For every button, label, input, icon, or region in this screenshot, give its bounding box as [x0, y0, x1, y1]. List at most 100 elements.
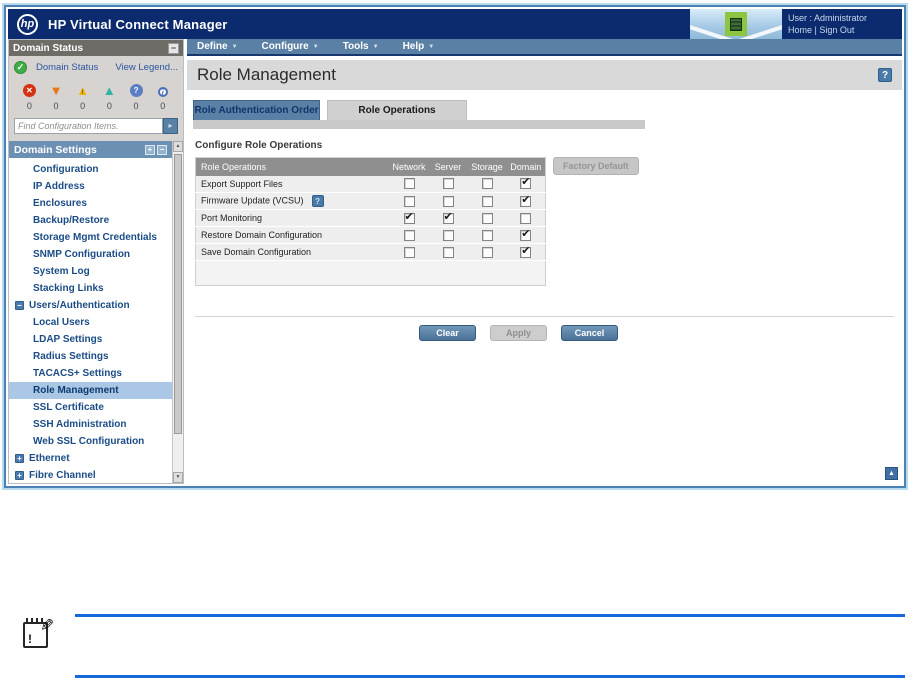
scrollbar-down-icon[interactable]: ▼	[173, 472, 183, 483]
major-count: 0	[53, 101, 59, 111]
checkbox-export-support-files-domain[interactable]: ✔	[520, 176, 532, 190]
scroll-top-icon[interactable]: ▲	[885, 467, 898, 480]
status-ok-icon: ✓	[14, 61, 27, 74]
minor-indicator: ▲! 0	[69, 83, 96, 111]
checkbox-save-domain-configuration-network[interactable]	[403, 246, 415, 258]
check-icon: ✔	[404, 210, 414, 223]
sidebar-item-snmp-configuration[interactable]: SNMP Configuration	[9, 246, 172, 263]
expand-icon[interactable]: +	[15, 454, 24, 463]
sidebar-item-ethernet[interactable]: + Ethernet	[9, 450, 172, 467]
domain-status-panel: ✓ Domain Status View Legend... ✕ 0 ▼ 0 ▲! 0 ▲ 0…	[9, 56, 183, 141]
menu-label: Configure	[261, 41, 309, 52]
note-exclamation: !	[28, 632, 32, 646]
checkbox-restore-domain-configuration-storage[interactable]	[481, 229, 493, 241]
menu-help[interactable]: Help ▼	[403, 41, 435, 52]
header-right: User : Administrator Home | Sign Out	[690, 9, 902, 39]
sidebar-item-ip-address[interactable]: IP Address	[9, 178, 172, 195]
sign-out-link[interactable]: Sign Out	[819, 25, 854, 35]
menu-tools[interactable]: Tools ▼	[343, 41, 379, 52]
tab-role-operations[interactable]: Role Operations	[327, 100, 467, 120]
checkbox-port-monitoring-storage[interactable]	[481, 212, 493, 224]
note-icon: ! ✎	[23, 616, 54, 648]
checkbox-port-monitoring-server[interactable]: ✔	[442, 210, 454, 224]
sidebar-item-users-authentication[interactable]: − Users/Authentication	[9, 297, 172, 314]
domain-settings-header: Domain Settings + −	[9, 141, 172, 158]
checkbox-export-support-files-network[interactable]	[403, 178, 415, 190]
sidebar-item-label: Fibre Channel	[29, 470, 96, 481]
view-legend-link[interactable]: View Legend...	[115, 62, 178, 73]
sidebar-item-local-users[interactable]: Local Users	[9, 314, 172, 331]
menu-define[interactable]: Define ▼	[197, 41, 238, 52]
checkbox-firmware-update-vcsu-storage[interactable]	[481, 195, 493, 207]
firmware-update-vcsu-help-icon[interactable]: ?	[311, 195, 324, 207]
apply-button[interactable]: Apply	[490, 325, 547, 341]
checkbox-firmware-update-vcsu-network[interactable]	[403, 195, 415, 207]
sidebar-scrollbar[interactable]: ▲ ▼	[172, 141, 183, 483]
normal-count: 0	[106, 101, 112, 111]
sidebar-item-label: Enclosures	[33, 198, 87, 209]
sidebar-item-fibre-channel[interactable]: + Fibre Channel	[9, 467, 172, 484]
sidebar-item-ldap-settings[interactable]: LDAP Settings	[9, 331, 172, 348]
minor-icon: ▲!	[76, 83, 90, 98]
role-operations-table-zone: Role Operations Network Server Storage Domai…	[195, 157, 902, 286]
checkbox-save-domain-configuration-server[interactable]	[442, 246, 454, 258]
check-icon: ✔	[521, 176, 531, 189]
factory-default-button[interactable]: Factory Default	[553, 157, 639, 175]
title-band: Role Management ?	[187, 60, 902, 90]
sidebar-item-radius-settings[interactable]: Radius Settings	[9, 348, 172, 365]
checkbox-restore-domain-configuration-server[interactable]	[442, 229, 454, 241]
expand-all-button[interactable]: +	[145, 144, 155, 155]
checkbox-port-monitoring-domain[interactable]	[520, 212, 532, 224]
sidebar-item-web-ssl-configuration[interactable]: Web SSL Configuration	[9, 433, 172, 450]
sidebar-item-stacking-links[interactable]: Stacking Links	[9, 280, 172, 297]
settings-tree: Configuration IP Address Enclosures Backup/…	[9, 158, 172, 484]
checkbox-firmware-update-vcsu-domain[interactable]: ✔	[520, 194, 532, 207]
expand-icon[interactable]: +	[15, 471, 24, 480]
home-link[interactable]: Home	[788, 25, 812, 35]
pencil-icon: ✎	[39, 616, 54, 635]
page-help-button[interactable]: ?	[878, 68, 892, 82]
checkbox-save-domain-configuration-domain[interactable]: ✔	[520, 245, 532, 258]
collapse-icon[interactable]: −	[15, 301, 24, 310]
check-icon: ✔	[443, 210, 453, 223]
scrollbar-up-icon[interactable]: ▲	[173, 141, 183, 152]
scrollbar-thumb[interactable]	[174, 154, 182, 434]
cancel-button[interactable]: Cancel	[561, 325, 618, 341]
find-config-input[interactable]	[14, 118, 163, 134]
hp-logo-text: hp	[20, 18, 35, 30]
checkbox-save-domain-configuration-storage[interactable]	[481, 246, 493, 258]
sidebar-item-ssh-administration[interactable]: SSH Administration	[9, 416, 172, 433]
enclosure-photo	[690, 9, 782, 39]
sidebar-item-storage-mgmt-credentials[interactable]: Storage Mgmt Credentials	[9, 229, 172, 246]
sidebar-item-label: System Log	[33, 266, 90, 277]
menu-configure[interactable]: Configure ▼	[262, 41, 319, 52]
domain-status-link[interactable]: Domain Status	[36, 62, 98, 73]
collapse-domain-status-button[interactable]: −	[168, 42, 179, 54]
sidebar-item-ssl-certificate[interactable]: SSL Certificate	[9, 399, 172, 416]
user-info: User : Administrator Home | Sign Out	[782, 9, 902, 39]
sidebar-item-backup-restore[interactable]: Backup/Restore	[9, 212, 172, 229]
clear-button[interactable]: Clear	[419, 325, 476, 341]
table-row: Save Domain Configuration ✔	[195, 243, 546, 261]
tab-role-authentication-order[interactable]: Role Authentication Order	[193, 100, 320, 120]
sidebar-item-configuration[interactable]: Configuration	[9, 161, 172, 178]
checkbox-firmware-update-vcsu-server[interactable]	[442, 195, 454, 207]
sidebar-item-role-management[interactable]: Role Management	[9, 382, 172, 399]
checkbox-port-monitoring-network[interactable]: ✔	[403, 210, 415, 224]
checkbox-restore-domain-configuration-network[interactable]	[403, 229, 415, 241]
minor-count: 0	[80, 101, 86, 111]
checkbox-export-support-files-server[interactable]	[442, 178, 454, 190]
sidebar-item-label: Web SSL Configuration	[33, 436, 145, 447]
checkbox-restore-domain-configuration-domain[interactable]: ✔	[520, 227, 532, 241]
domain-status-title: Domain Status	[13, 42, 84, 54]
collapse-all-button[interactable]: −	[157, 144, 167, 155]
check-icon: ✔	[521, 227, 531, 240]
sidebar-item-enclosures[interactable]: Enclosures	[9, 195, 172, 212]
sidebar-item-system-log[interactable]: System Log	[9, 263, 172, 280]
checkbox-export-support-files-storage[interactable]	[481, 178, 493, 190]
find-go-button[interactable]: ▸	[163, 118, 178, 134]
tab-underband	[193, 120, 645, 129]
page-title: Role Management	[197, 65, 336, 84]
unknown-indicator: ? 0	[123, 83, 150, 111]
sidebar-item-tacacs-settings[interactable]: TACACS+ Settings	[9, 365, 172, 382]
